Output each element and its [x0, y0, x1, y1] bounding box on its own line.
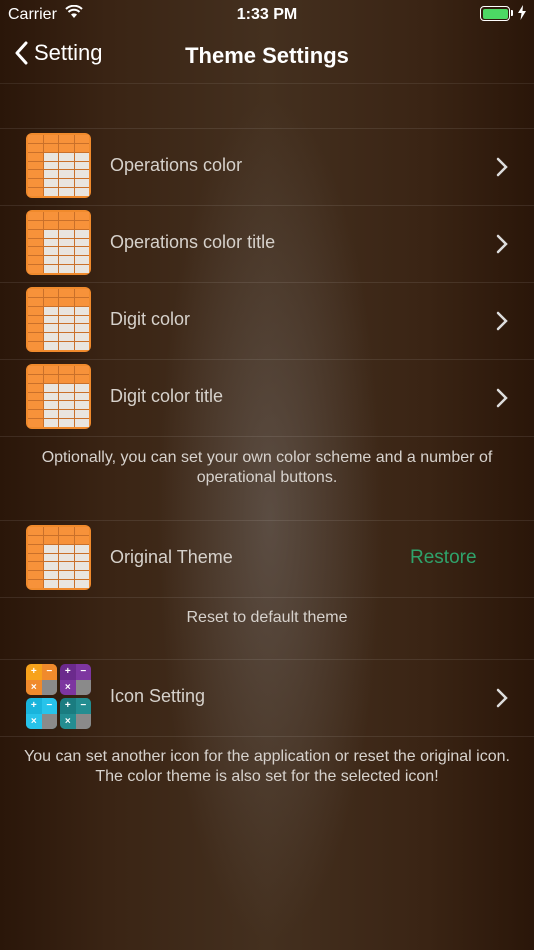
row-operations-color-title[interactable]: Operations color title: [0, 205, 534, 282]
calculator-thumbnail-icon: [26, 525, 91, 590]
color-settings-section: Operations color Operations color title …: [0, 128, 534, 437]
row-label: Icon Setting: [110, 686, 206, 706]
calculator-thumbnail-icon: [26, 133, 91, 198]
chevron-right-icon: [496, 688, 508, 708]
app-icons-preview-icon: + − × + − × + − × + − ×: [26, 664, 91, 729]
row-label: Digit color title: [110, 386, 224, 406]
row-label: Digit color: [110, 309, 191, 329]
purple-app-icon: + − ×: [60, 664, 91, 695]
row-label: Operations color title: [110, 232, 276, 252]
row-digit-color[interactable]: Digit color: [0, 282, 534, 359]
chevron-right-icon: [496, 311, 508, 331]
theme-footer: Reset to default theme: [186, 609, 348, 626]
calculator-thumbnail-icon: [26, 210, 91, 275]
row-label: Original Theme: [110, 547, 233, 567]
restore-button[interactable]: Restore: [410, 547, 477, 569]
status-bar: Carrier 1:33 PM: [0, 0, 534, 30]
row-original-theme: Original Theme Restore: [0, 520, 534, 597]
color-settings-footer: Optionally, you can set your own color s…: [41, 449, 493, 486]
page-title: Theme Settings: [185, 43, 349, 68]
battery-icon: [480, 6, 510, 21]
theme-section: Original Theme Restore: [0, 520, 534, 598]
row-operations-color[interactable]: Operations color: [0, 128, 534, 205]
navigation-bar: Setting Theme Settings: [0, 30, 534, 84]
icon-footer-line-1: You can set another icon for the applica…: [24, 748, 510, 765]
chevron-right-icon: [496, 388, 508, 408]
row-digit-color-title[interactable]: Digit color title: [0, 359, 534, 436]
teal-app-icon: + − ×: [60, 698, 91, 729]
orange-app-icon: + − ×: [26, 664, 57, 695]
icon-section: + − × + − × + − × + − × Icon Setting: [0, 659, 534, 737]
battery-cap: [511, 10, 513, 16]
icon-footer-line-2: The color theme is also set for the sele…: [95, 768, 439, 785]
row-icon-setting[interactable]: + − × + − × + − × + − × Icon Setting: [0, 659, 534, 736]
charging-icon: [518, 5, 526, 25]
chevron-right-icon: [496, 234, 508, 254]
clock: 1:33 PM: [236, 6, 298, 23]
chevron-right-icon: [496, 157, 508, 177]
calculator-thumbnail-icon: [26, 364, 91, 429]
calculator-thumbnail-icon: [26, 287, 91, 352]
row-label: Operations color: [110, 155, 243, 175]
icon-setting-footer: You can set another icon for the applica…: [20, 747, 514, 787]
cyan-app-icon: + − ×: [26, 698, 57, 729]
